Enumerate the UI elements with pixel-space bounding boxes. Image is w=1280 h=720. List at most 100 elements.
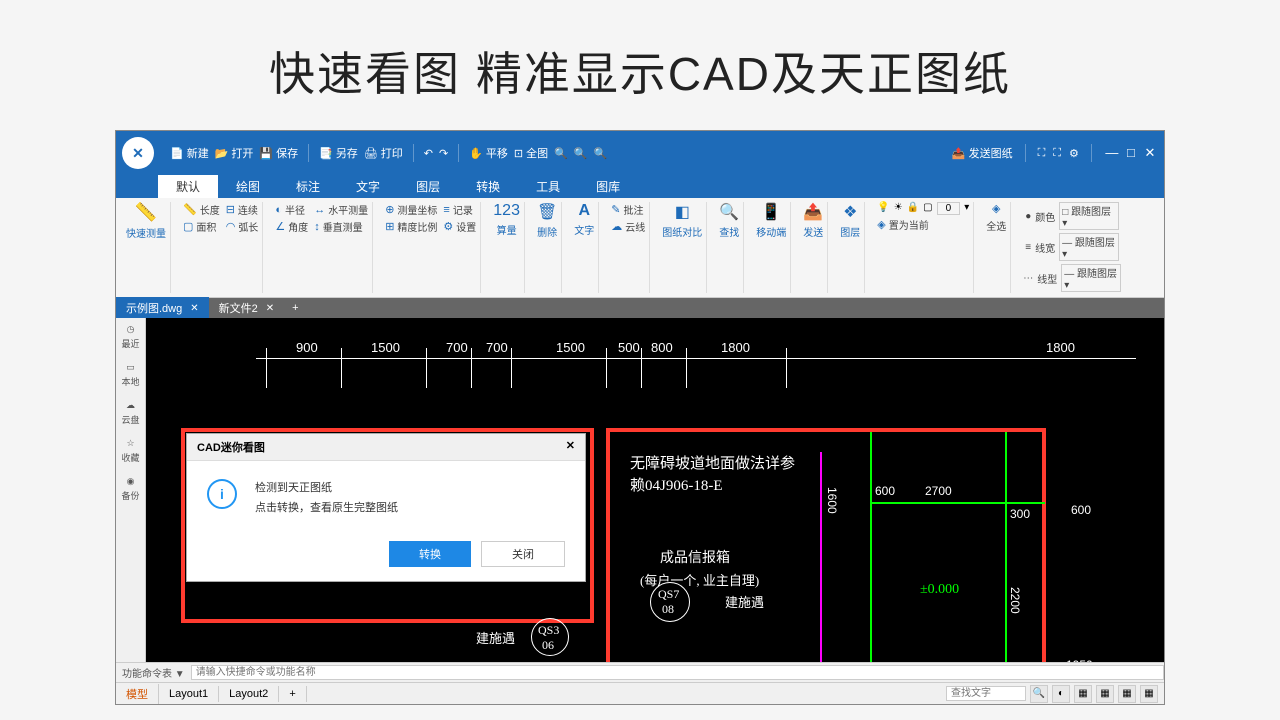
layout-add-icon[interactable]: +: [279, 686, 306, 702]
drawing-canvas[interactable]: 900 1500 700 700 1500 500 800 1800 1800: [146, 318, 1164, 662]
quick-measure-button[interactable]: 📏快速测量: [126, 202, 166, 240]
lt-select[interactable]: — 跟随图层 ▾: [1061, 264, 1121, 292]
layout-tab-1[interactable]: Layout1: [159, 686, 219, 702]
close-icon[interactable]: ✕: [1142, 145, 1158, 161]
tool-record[interactable]: ≡记录: [443, 202, 476, 217]
lw-select[interactable]: — 跟随图层 ▾: [1059, 233, 1119, 261]
calc-button[interactable]: 123算量: [493, 202, 520, 237]
send-drawing-button[interactable]: 📤 发送图纸: [952, 145, 1013, 161]
dim-label: 2200: [1008, 587, 1022, 614]
fullview-button[interactable]: ⊡ 全图: [514, 145, 548, 161]
dim-label: 600: [875, 484, 895, 498]
compare-button[interactable]: ◧图纸对比: [662, 202, 702, 239]
color-select[interactable]: □ 跟随图层 ▾: [1059, 202, 1119, 230]
delete-button[interactable]: 🗑删除: [537, 202, 557, 239]
dim-label: 2700: [925, 484, 952, 498]
tool-continuous[interactable]: ⊟连续: [226, 202, 259, 217]
status-option-icon[interactable]: ▦: [1140, 685, 1158, 703]
page-heading: 快速看图 精准显示CAD及天正图纸: [0, 0, 1280, 132]
menu-tab-convert[interactable]: 转换: [458, 175, 518, 198]
drawing-text: 无障碍坡道地面做法详参: [630, 452, 795, 473]
menu-tab-text[interactable]: 文字: [338, 175, 398, 198]
status-option-icon[interactable]: ▦: [1118, 685, 1136, 703]
search-input[interactable]: [946, 686, 1026, 701]
tool-horiz[interactable]: ↔水平测量: [314, 202, 368, 217]
sidebar-cloud[interactable]: ☁云盘: [121, 400, 139, 426]
dim-label: 300: [1010, 507, 1030, 521]
tool-area[interactable]: ▢面积: [183, 219, 220, 234]
fullscreen-icon[interactable]: ⛶: [1053, 147, 1061, 160]
select-all-button[interactable]: ◈全选: [986, 202, 1006, 233]
text-button[interactable]: A文字: [574, 202, 594, 237]
command-input[interactable]: [191, 665, 1164, 680]
tool-radius[interactable]: ◐半径: [275, 202, 308, 217]
tool-precision[interactable]: ⊞精度比例: [385, 219, 437, 234]
menu-tab-default[interactable]: 默认: [158, 175, 218, 198]
set-current-button[interactable]: ◈置为当前: [877, 217, 969, 232]
menu-tab-dim[interactable]: 标注: [278, 175, 338, 198]
expand-icon[interactable]: ⛶: [1038, 147, 1046, 160]
tab-close-icon[interactable]: ✕: [266, 303, 274, 314]
tool-length[interactable]: 📏长度: [183, 202, 220, 217]
status-option-icon[interactable]: ▦: [1074, 685, 1092, 703]
dialog-line2: 点击转换，查看原生完整图纸: [255, 499, 398, 519]
qs-label: 06: [542, 638, 554, 653]
dialog-close-icon[interactable]: ✕: [566, 439, 575, 455]
close-button[interactable]: 关闭: [481, 541, 565, 567]
status-toggle-icon[interactable]: ◐: [1052, 685, 1070, 703]
zoomwin-icon[interactable]: 🔍: [594, 147, 608, 160]
redo-icon[interactable]: ↷: [439, 147, 448, 160]
menu-tab-lib[interactable]: 图库: [578, 175, 638, 198]
sidebar-recent[interactable]: ◷最近: [121, 324, 139, 350]
tool-angle[interactable]: ∠角度: [275, 219, 308, 234]
tool-coord[interactable]: ⊕测量坐标: [385, 202, 437, 217]
layout-tab-model[interactable]: 模型: [116, 684, 159, 704]
status-bar: 模型 Layout1 Layout2 + 🔍 ◐ ▦ ▦ ▦ ▦: [116, 682, 1164, 704]
zoomout-icon[interactable]: 🔍: [574, 147, 588, 160]
undo-icon[interactable]: ↶: [424, 147, 433, 160]
pan-button[interactable]: ✋ 平移: [469, 145, 508, 161]
cad-app-window: ✕ 📄 新建 📂 打开 💾 保存 📑 另存 🖨 打印 ↶ ↷ ✋ 平移 ⊡ 全图…: [115, 130, 1165, 705]
cloud-button[interactable]: ☁云线: [611, 219, 645, 234]
menu-tab-layer[interactable]: 图层: [398, 175, 458, 198]
save-button[interactable]: 💾 保存: [259, 145, 298, 161]
dim-label: 800: [651, 340, 673, 355]
layer-button[interactable]: ❖图层: [840, 202, 860, 239]
sidebar-fav[interactable]: ☆收藏: [121, 438, 139, 464]
new-button[interactable]: 📄 新建: [170, 145, 209, 161]
menu-tab-draw[interactable]: 绘图: [218, 175, 278, 198]
doc-tab-2[interactable]: 新文件2✕: [209, 297, 285, 319]
print-button[interactable]: 🖨 打印: [364, 145, 403, 161]
open-button[interactable]: 📂 打开: [215, 145, 254, 161]
find-button[interactable]: 🔍查找: [719, 202, 739, 239]
layout-tab-2[interactable]: Layout2: [219, 686, 279, 702]
doc-tab-1[interactable]: 示例图.dwg✕: [116, 297, 209, 319]
maximize-icon[interactable]: □: [1123, 145, 1139, 160]
tool-vert[interactable]: ↕垂直测量: [314, 219, 368, 234]
dim-label: 1800: [721, 340, 750, 355]
saveas-button[interactable]: 📑 另存: [319, 145, 358, 161]
drawing-text: 赖04J906-18-E: [630, 474, 723, 495]
sidebar-backup[interactable]: ◉备份: [121, 476, 139, 502]
dim-label: 900: [296, 340, 318, 355]
tab-close-icon[interactable]: ✕: [190, 303, 198, 314]
command-label[interactable]: 功能命令表 ▼: [116, 665, 191, 680]
settings-icon[interactable]: ⚙: [1069, 147, 1079, 160]
tool-arc[interactable]: ◠弧长: [226, 219, 259, 234]
status-option-icon[interactable]: ▦: [1096, 685, 1114, 703]
zoomin-icon[interactable]: 🔍: [554, 147, 568, 160]
send-button[interactable]: 📤发送: [803, 202, 823, 239]
prop-color-label: 颜色: [1035, 209, 1055, 224]
sidebar-local[interactable]: ▭本地: [121, 362, 139, 388]
add-tab-icon[interactable]: +: [284, 302, 306, 314]
app-logo-icon: ✕: [122, 137, 154, 169]
minimize-icon[interactable]: —: [1104, 145, 1120, 160]
search-icon[interactable]: 🔍: [1030, 685, 1048, 703]
left-sidebar: ◷最近 ▭本地 ☁云盘 ☆收藏 ◉备份: [116, 318, 146, 662]
convert-button[interactable]: 转换: [389, 541, 471, 567]
mobile-button[interactable]: 📱移动端: [756, 202, 786, 239]
tool-settings[interactable]: ⚙设置: [443, 219, 476, 234]
menu-tab-tool[interactable]: 工具: [518, 175, 578, 198]
annotate-button[interactable]: ✎批注: [611, 202, 645, 217]
dim-label: 1500: [556, 340, 585, 355]
